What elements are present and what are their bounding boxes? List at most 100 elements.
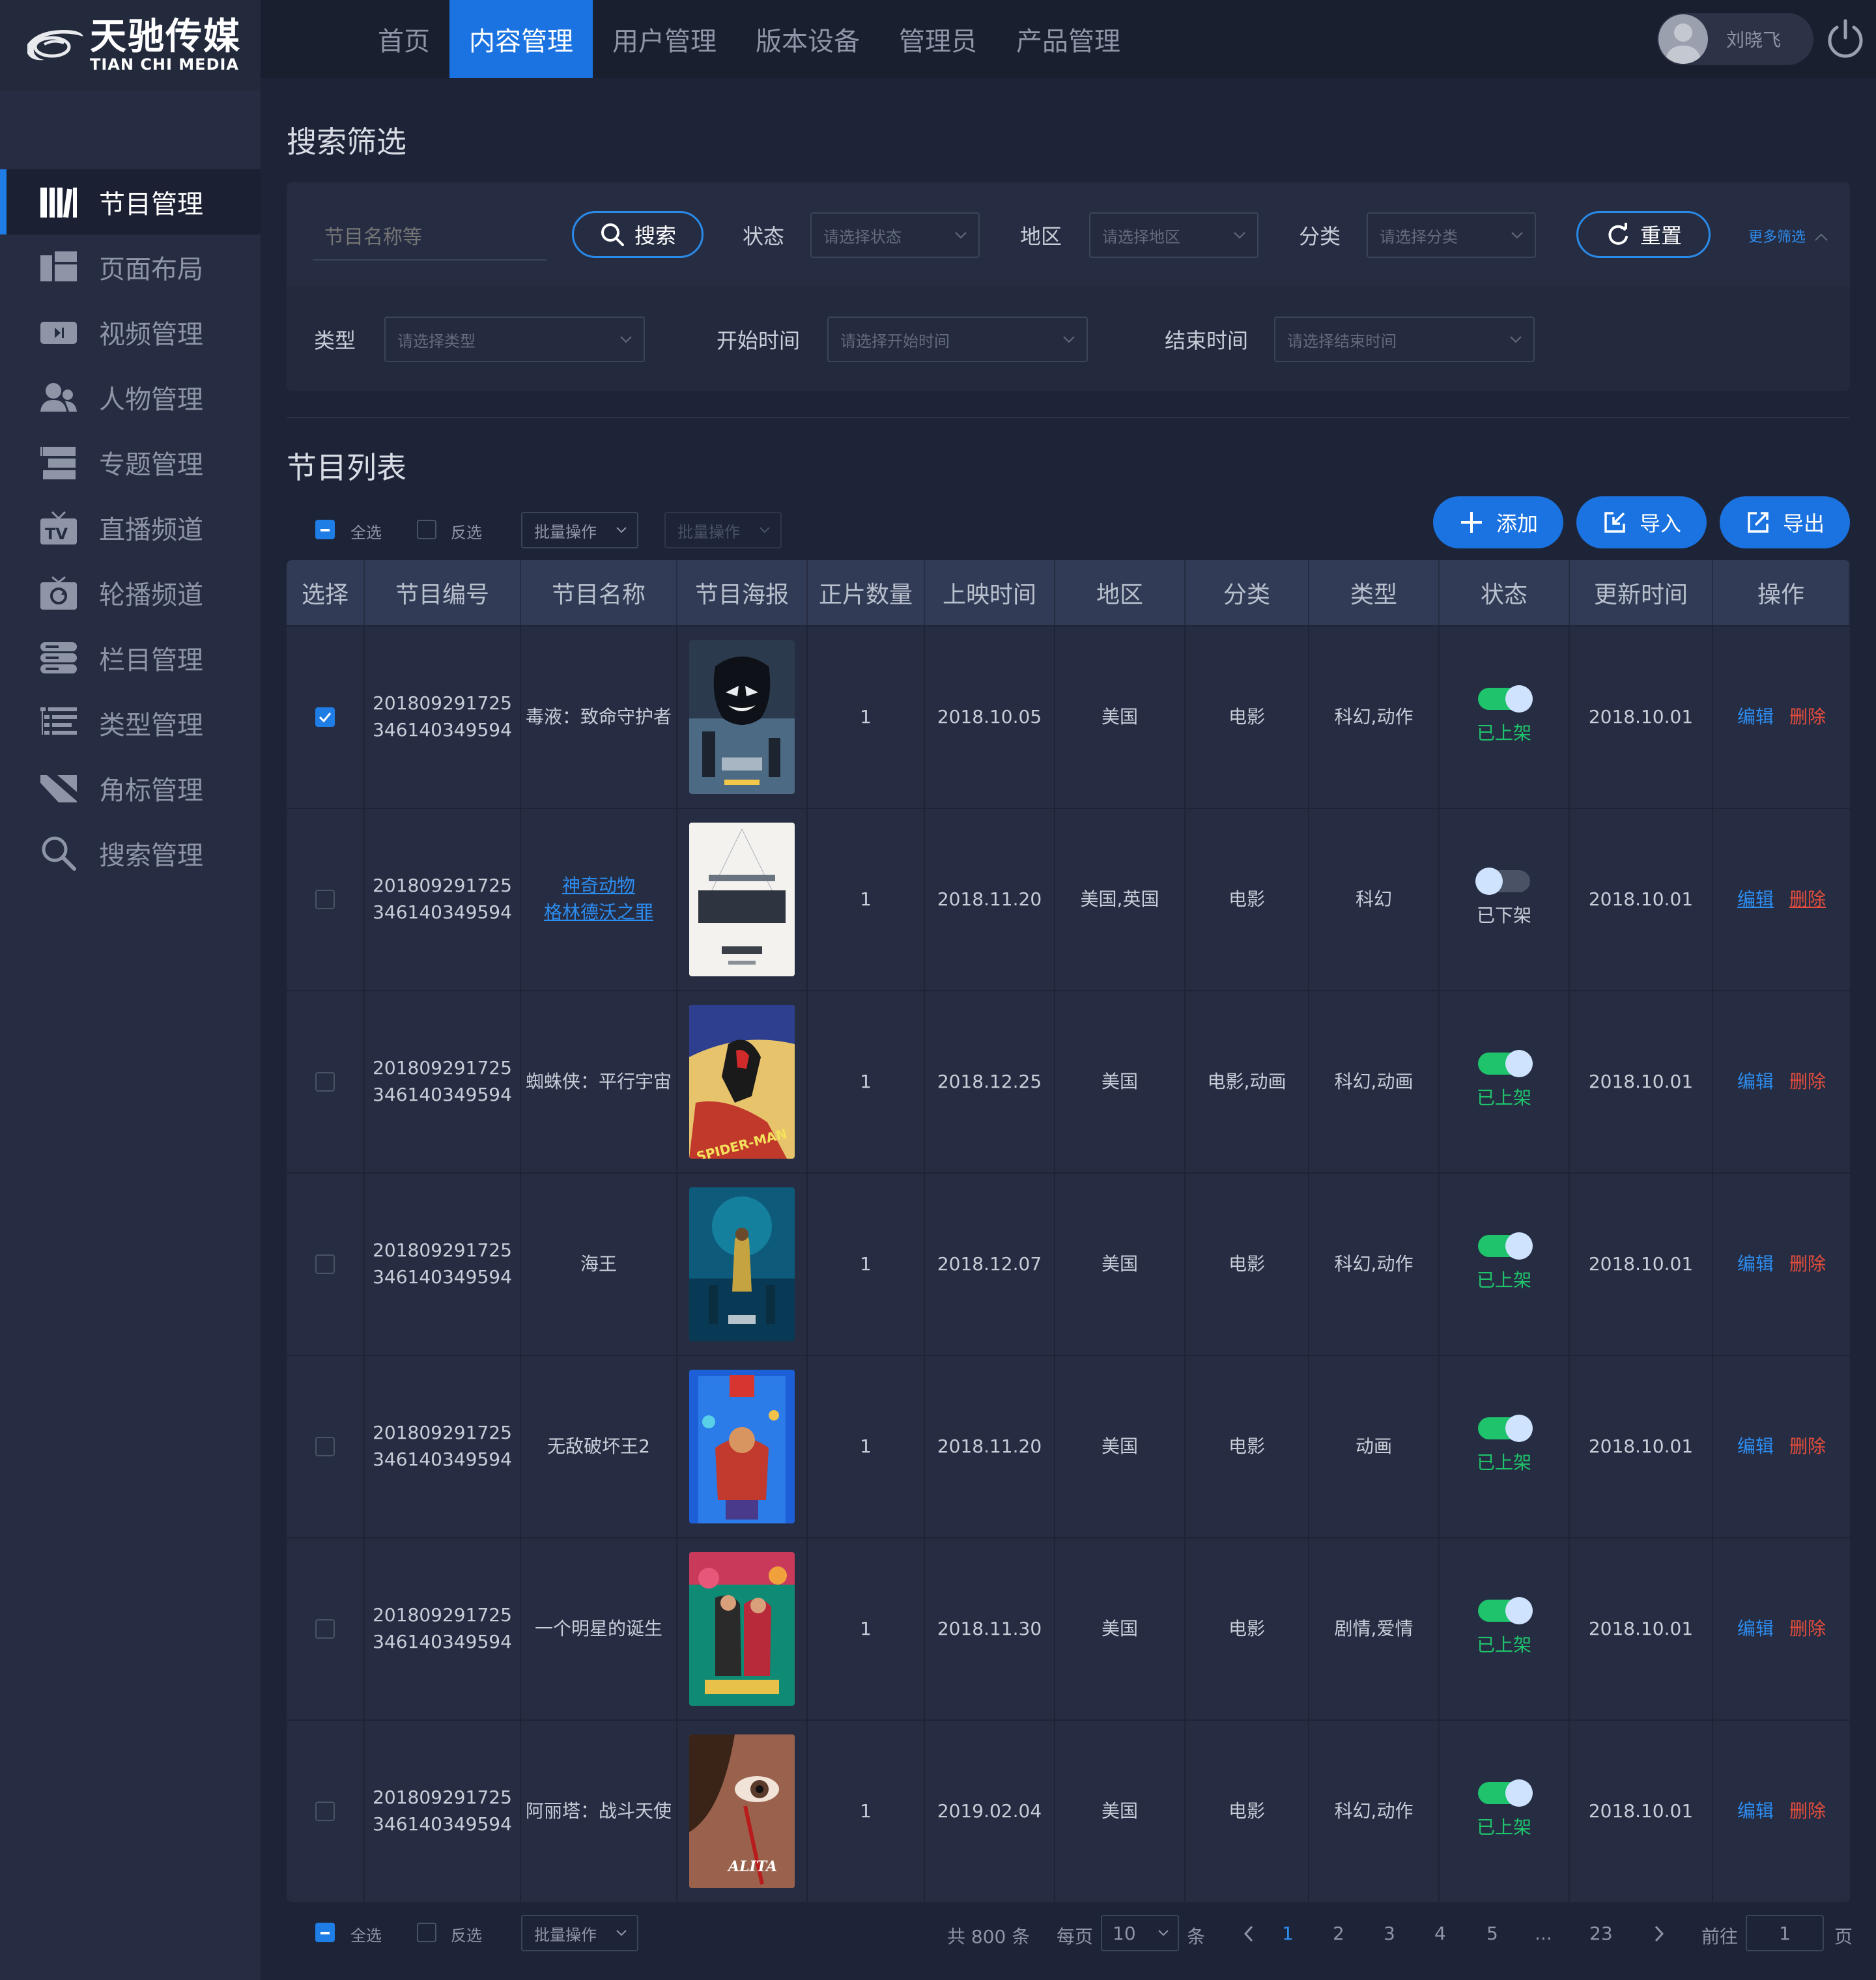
more-filters-link[interactable]: 更多筛选 — [1748, 225, 1828, 246]
invert-selection-checkbox-bottom[interactable] — [417, 1923, 436, 1942]
column-header: 状态 — [1440, 560, 1570, 625]
row-checkbox[interactable] — [315, 1254, 335, 1274]
genre: 科幻,动作 — [1309, 627, 1440, 808]
start-time-select[interactable]: 请选择开始时间 — [827, 317, 1088, 362]
sidebar-item-people[interactable]: 人物管理 — [0, 365, 261, 430]
poster-ralph[interactable] — [689, 1370, 795, 1523]
poster-spider-verse[interactable]: SPIDER-MAN — [689, 1005, 795, 1159]
page-5[interactable]: 5 — [1486, 1923, 1498, 1944]
status-select[interactable]: 请选择状态 — [810, 212, 980, 258]
bulk-action-select-bottom[interactable]: 批量操作 — [521, 1915, 638, 1951]
nav-users[interactable]: 用户管理 — [593, 0, 736, 78]
search-icon — [601, 223, 624, 246]
chevron-right-icon[interactable] — [1651, 1924, 1666, 1944]
status-toggle[interactable] — [1478, 1779, 1533, 1807]
sidebar-item-search[interactable]: 搜索管理 — [0, 821, 261, 886]
poster-venom[interactable] — [689, 640, 795, 794]
goto-page-input[interactable]: 1 — [1746, 1915, 1824, 1951]
page-23[interactable]: 23 — [1589, 1923, 1613, 1944]
status-toggle[interactable] — [1478, 1596, 1533, 1624]
poster-cell — [677, 1174, 808, 1355]
program-id-part: 346140349594 — [373, 1813, 512, 1835]
updated-date: 2018.10.01 — [1570, 1356, 1713, 1537]
edit-link[interactable]: 编辑 — [1737, 886, 1774, 913]
power-icon[interactable] — [1824, 17, 1867, 60]
sidebar-item-topic[interactable]: 专题管理 — [0, 430, 261, 495]
sidebar-item-column[interactable]: 栏目管理 — [0, 625, 261, 690]
poster-crazy-rich[interactable] — [689, 1552, 795, 1706]
program-name-link[interactable]: 格林德沃之罪 — [544, 899, 653, 926]
per-page-select[interactable]: 10 — [1101, 1915, 1179, 1951]
status-toggle[interactable] — [1478, 1049, 1533, 1077]
add-button[interactable]: 添加 — [1433, 496, 1563, 548]
sidebar-item-carousel[interactable]: 轮播频道 — [0, 560, 261, 625]
row-checkbox[interactable] — [315, 707, 335, 727]
select-all-checkbox-bottom[interactable] — [315, 1923, 335, 1942]
row-checkbox[interactable] — [315, 1619, 335, 1639]
edit-link[interactable]: 编辑 — [1737, 1434, 1774, 1460]
bulk-action-select[interactable]: 批量操作 — [521, 512, 638, 548]
nav-content[interactable]: 内容管理 — [449, 0, 593, 78]
program-name-link[interactable]: 神奇动物 — [562, 873, 635, 899]
edit-link[interactable]: 编辑 — [1737, 1069, 1774, 1096]
status-toggle[interactable] — [1478, 1414, 1533, 1442]
row-checkbox[interactable] — [315, 1437, 335, 1456]
page-ellipsis[interactable]: ... — [1535, 1923, 1552, 1944]
edit-link[interactable]: 编辑 — [1737, 704, 1774, 731]
keyword-input[interactable] — [313, 215, 547, 261]
sidebar-item-badge[interactable]: 角标管理 — [0, 756, 261, 821]
edit-link[interactable]: 编辑 — [1737, 1251, 1774, 1278]
edit-link[interactable]: 编辑 — [1737, 1616, 1774, 1643]
poster-alita[interactable]: ALITA — [689, 1734, 795, 1888]
carousel-icon — [38, 573, 79, 612]
select-all-checkbox[interactable] — [315, 520, 335, 539]
sidebar-item-video[interactable]: 视频管理 — [0, 300, 261, 365]
nav-home[interactable]: 首页 — [358, 0, 449, 78]
chevron-down-icon — [1234, 232, 1245, 239]
region-select[interactable]: 请选择地区 — [1089, 212, 1258, 258]
delete-link[interactable]: 删除 — [1789, 1798, 1826, 1825]
delete-link[interactable]: 删除 — [1789, 1069, 1826, 1096]
row-checkbox[interactable] — [315, 1072, 335, 1092]
poster-aquaman[interactable] — [689, 1187, 795, 1341]
sidebar-item-type[interactable]: 类型管理 — [0, 690, 261, 756]
delete-link[interactable]: 删除 — [1789, 704, 1826, 731]
search-button[interactable]: 搜索 — [572, 211, 704, 258]
page-4[interactable]: 4 — [1434, 1923, 1446, 1944]
status-toggle[interactable] — [1475, 867, 1530, 895]
page-3[interactable]: 3 — [1384, 1923, 1395, 1944]
nav-products[interactable]: 产品管理 — [997, 0, 1140, 78]
delete-link[interactable]: 删除 — [1789, 886, 1826, 913]
sidebar-item-live[interactable]: TV 直播频道 — [0, 495, 261, 560]
status-toggle[interactable] — [1478, 685, 1533, 713]
delete-link[interactable]: 删除 — [1789, 1616, 1826, 1643]
page-2[interactable]: 2 — [1333, 1923, 1344, 1944]
row-checkbox[interactable] — [315, 890, 335, 909]
sidebar-item-layout[interactable]: 页面布局 — [0, 234, 261, 300]
toggle-knob — [1505, 685, 1533, 713]
status-toggle[interactable] — [1478, 1232, 1533, 1260]
status-text: 已上架 — [1476, 1269, 1531, 1291]
user-menu[interactable]: 刘晓飞 — [1657, 13, 1813, 65]
table-row: 201809291725 346140349594 神奇动物 格林德沃之罪 1 2018.… — [287, 808, 1850, 990]
page-1[interactable]: 1 — [1282, 1923, 1294, 1944]
category-select[interactable]: 请选择分类 — [1367, 212, 1536, 258]
row-checkbox[interactable] — [315, 1802, 335, 1821]
bulk-action-label: 批量操作 — [677, 522, 740, 541]
chevron-left-icon[interactable] — [1242, 1924, 1257, 1944]
status-cell: 已上架 — [1440, 1174, 1570, 1355]
sidebar-item-program[interactable]: 节目管理 — [0, 169, 261, 234]
nav-devices[interactable]: 版本设备 — [736, 0, 879, 78]
type-select[interactable]: 请选择类型 — [384, 317, 645, 362]
export-button[interactable]: 导出 — [1720, 496, 1850, 548]
poster-fantastic-beasts[interactable] — [689, 823, 795, 976]
nav-admins[interactable]: 管理员 — [879, 0, 997, 78]
delete-link[interactable]: 删除 — [1789, 1434, 1826, 1460]
invert-selection-checkbox[interactable] — [417, 520, 436, 539]
filter-row-advanced: 类型 请选择类型 开始时间 请选择开始时间 结束时间 请选择结束时间 — [287, 287, 1850, 391]
end-time-select[interactable]: 请选择结束时间 — [1274, 317, 1535, 362]
delete-link[interactable]: 删除 — [1789, 1251, 1826, 1278]
import-button[interactable]: 导入 — [1576, 496, 1707, 548]
reset-button[interactable]: 重置 — [1576, 211, 1711, 258]
edit-link[interactable]: 编辑 — [1737, 1798, 1774, 1825]
